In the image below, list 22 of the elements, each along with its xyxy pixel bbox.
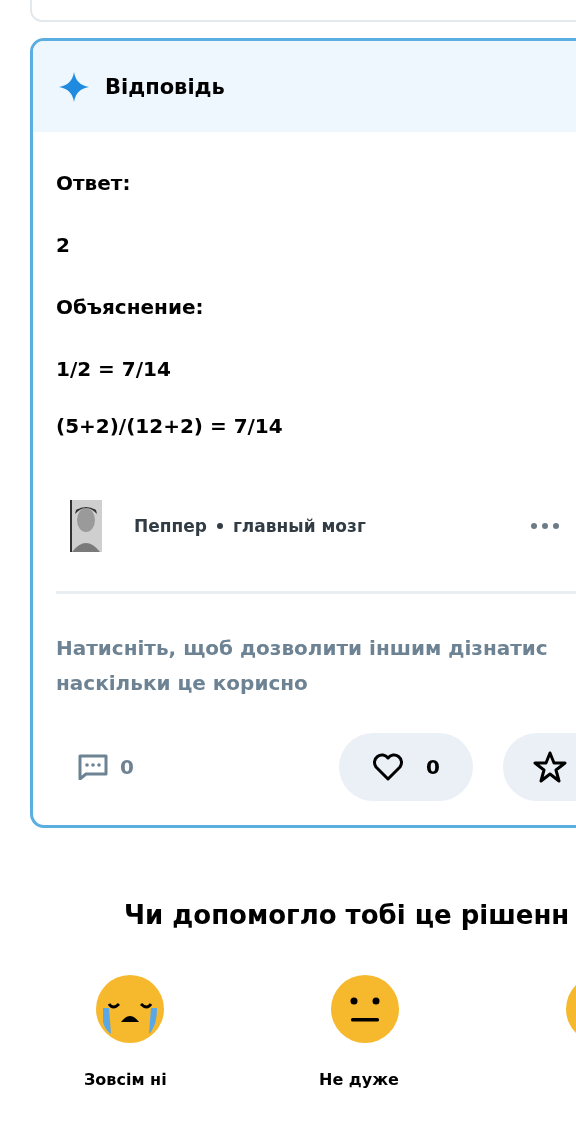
rating-hint[interactable]: Натисніть, щоб дозволити іншим дізнатис наскільки це корисно bbox=[56, 631, 576, 701]
answer-text: 1/2 = 7/14 bbox=[56, 356, 172, 382]
feedback-question: Чи допомогло тобі це рішенн bbox=[124, 900, 571, 930]
more-icon[interactable] bbox=[530, 522, 560, 530]
crying-face-icon[interactable] bbox=[95, 974, 165, 1044]
answer-label: Объяснение: bbox=[56, 294, 205, 320]
neutral-face-icon[interactable] bbox=[330, 974, 400, 1044]
option-label: Не дуже bbox=[319, 1070, 399, 1089]
like-button[interactable]: 0 bbox=[338, 733, 473, 801]
author-rank: главный мозг bbox=[232, 516, 366, 536]
answer-label: Ответ: bbox=[56, 170, 132, 196]
comment-icon[interactable] bbox=[78, 754, 108, 780]
star-icon bbox=[532, 751, 567, 783]
answer-text: (5+2)/(12+2) = 7/14 bbox=[56, 413, 284, 439]
answer-text: 2 bbox=[56, 232, 71, 258]
comment-count: 0 bbox=[120, 755, 134, 779]
author-name[interactable]: Пеппер bbox=[134, 516, 207, 536]
sparkle-icon bbox=[59, 71, 89, 102]
option-label: Зовсім ні bbox=[84, 1070, 167, 1089]
card-title: Відповідь bbox=[105, 74, 225, 99]
separator-dot-icon bbox=[216, 523, 223, 529]
heart-icon bbox=[371, 753, 404, 781]
